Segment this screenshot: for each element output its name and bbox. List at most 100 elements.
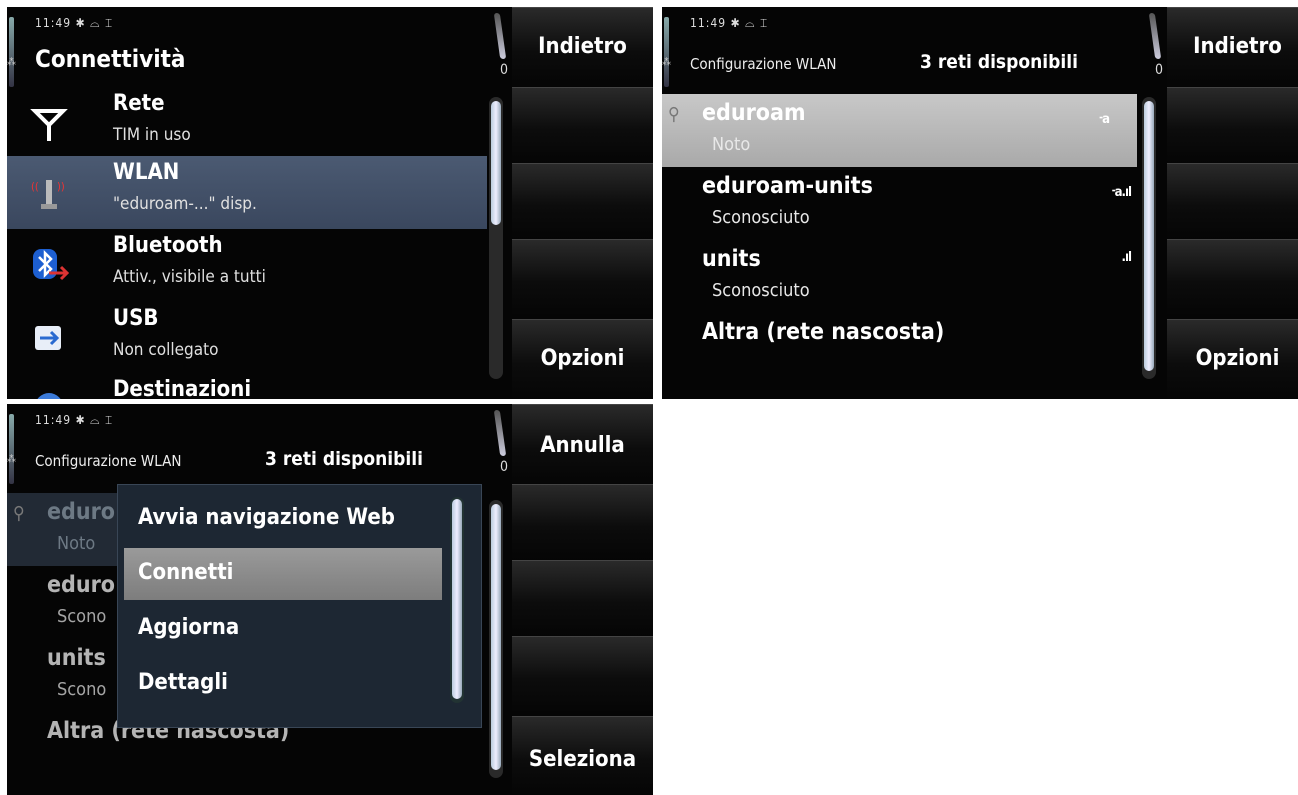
softkey-panel: Indietro Opzioni bbox=[512, 7, 653, 399]
softkey-back[interactable]: Indietro bbox=[1167, 7, 1298, 88]
menu-item-details[interactable]: Dettagli bbox=[124, 658, 442, 710]
softkey-options[interactable]: Opzioni bbox=[1167, 319, 1298, 399]
status-bar: 11:49 ✱ ⌓ ⌶ bbox=[690, 16, 768, 31]
menu-item-label: Aggiorna bbox=[138, 615, 240, 640]
network-name: units bbox=[47, 645, 106, 671]
battery-bar bbox=[1148, 13, 1162, 59]
page-title: Configurazione WLAN bbox=[35, 452, 182, 470]
network-status: Noto bbox=[712, 134, 751, 155]
signal-icon: ⁂ bbox=[7, 454, 16, 465]
scrollbar[interactable] bbox=[1142, 97, 1156, 379]
item-sublabel: TIM in uso bbox=[113, 125, 191, 145]
softkey-empty-1 bbox=[1167, 87, 1298, 164]
signal-strength-icon: ᠊a.ıl bbox=[1112, 185, 1132, 200]
item-sublabel: "eduroam-..." disp. bbox=[113, 194, 257, 214]
network-name: eduroam-units bbox=[702, 173, 873, 199]
wlan-icon: ⚲ bbox=[13, 503, 25, 524]
status-icons: ✱ ⌓ ⌶ bbox=[730, 16, 769, 30]
network-name: Altra (rete nascosta) bbox=[702, 319, 945, 345]
network-item-hidden[interactable]: Altra (rete nascosta) bbox=[662, 313, 1137, 386]
menu-item-label: Dettagli bbox=[138, 670, 228, 695]
battery-indicator: 0 bbox=[1155, 62, 1164, 78]
network-name: units bbox=[702, 246, 761, 272]
softkey-empty-3 bbox=[512, 239, 653, 316]
item-label: Rete bbox=[113, 91, 165, 116]
globe-icon bbox=[29, 387, 69, 399]
network-name: eduro bbox=[47, 572, 116, 598]
battery-indicator: 0 bbox=[500, 62, 509, 78]
network-item-eduroam-units[interactable]: eduroam-units Sconosciuto ᠊a.ıl bbox=[662, 167, 1137, 240]
item-label: Destinazioni bbox=[113, 377, 252, 399]
softkey-select[interactable]: Seleziona bbox=[512, 716, 653, 795]
header-accent bbox=[9, 17, 14, 87]
scrollbar-bg bbox=[489, 500, 503, 778]
menu-item-label: Avvia navigazione Web bbox=[138, 505, 395, 530]
network-status: Sconosciuto bbox=[712, 207, 810, 228]
options-menu: Avvia navigazione Web Connetti Aggiorna … bbox=[117, 484, 482, 728]
network-item-units[interactable]: units Sconosciuto .ıl bbox=[662, 240, 1137, 313]
network-item-bg: eduro Scono bbox=[7, 566, 127, 639]
wlan-icon: ⚲ bbox=[668, 104, 680, 125]
softkey-empty-3 bbox=[1167, 239, 1298, 316]
antenna-icon bbox=[29, 103, 69, 143]
item-sublabel: Non collegato bbox=[113, 340, 219, 360]
scrollbar[interactable] bbox=[489, 97, 503, 379]
item-label: USB bbox=[113, 306, 159, 331]
battery-bar bbox=[493, 13, 507, 59]
menu-item-refresh[interactable]: Aggiorna bbox=[124, 603, 442, 655]
softkey-options[interactable]: Opzioni bbox=[512, 319, 653, 399]
clock: 11:49 bbox=[690, 16, 727, 30]
network-item-bg: units Scono bbox=[7, 639, 127, 712]
network-status: Noto bbox=[57, 533, 96, 554]
usb-icon bbox=[29, 318, 69, 358]
page-title: Connettività bbox=[35, 45, 186, 73]
wlan-options-screen: 11:49 ✱ ⌓ ⌶ ⁂ Configurazione WLAN 3 reti… bbox=[7, 404, 653, 795]
softkey-cancel-label: Annulla bbox=[540, 433, 625, 458]
secure-icon: ᠊a bbox=[1099, 112, 1110, 127]
softkey-empty-1 bbox=[512, 484, 653, 561]
signal-strength-icon: .ıl bbox=[1121, 250, 1133, 265]
softkey-options-label: Opzioni bbox=[1195, 346, 1280, 371]
scroll-thumb[interactable] bbox=[1144, 101, 1154, 371]
status-bar: 11:49 ✱ ⌓ ⌶ bbox=[35, 16, 113, 31]
signal-icon: ⁂ bbox=[662, 57, 671, 68]
softkey-empty-2 bbox=[512, 163, 653, 240]
list-item-bluetooth[interactable]: Bluetooth Attiv., visibile a tutti bbox=[7, 229, 487, 302]
network-name: eduro bbox=[47, 499, 116, 525]
network-count: 3 reti disponibili bbox=[920, 51, 1078, 73]
softkey-select-label: Seleziona bbox=[528, 747, 637, 772]
svg-text:)): )) bbox=[57, 180, 65, 193]
page-title: Configurazione WLAN bbox=[690, 55, 837, 73]
wlan-config-screen: 11:49 ✱ ⌓ ⌶ ⁂ Configurazione WLAN 3 reti… bbox=[662, 7, 1298, 399]
softkey-empty-2 bbox=[512, 560, 653, 637]
menu-item-label: Connetti bbox=[138, 560, 234, 585]
network-item-bg: ⚲ eduro Noto bbox=[7, 493, 127, 566]
menu-scrollbar[interactable] bbox=[450, 497, 464, 703]
network-name: eduroam bbox=[702, 100, 806, 126]
softkey-back[interactable]: Indietro bbox=[512, 7, 653, 88]
softkey-options-label: Opzioni bbox=[540, 346, 625, 371]
menu-item-connect[interactable]: Connetti bbox=[124, 548, 442, 600]
softkey-empty-2 bbox=[1167, 163, 1298, 240]
network-item-eduroam[interactable]: ⚲ eduroam Noto ᠊a bbox=[662, 94, 1137, 167]
item-label: Bluetooth bbox=[113, 233, 223, 258]
clock: 11:49 bbox=[35, 16, 72, 30]
status-icons: ✱ ⌓ ⌶ bbox=[75, 413, 114, 427]
list-item-destinazioni[interactable]: Destinazioni bbox=[7, 373, 487, 399]
softkey-empty-1 bbox=[512, 87, 653, 164]
status-bar: 11:49 ✱ ⌓ ⌶ bbox=[35, 413, 113, 428]
softkey-panel: Indietro Opzioni bbox=[1167, 7, 1298, 399]
softkey-back-label: Indietro bbox=[1193, 34, 1282, 59]
list-item-rete[interactable]: Rete TIM in uso bbox=[7, 87, 487, 160]
softkey-cancel[interactable]: Annulla bbox=[512, 404, 653, 485]
softkey-back-label: Indietro bbox=[538, 34, 627, 59]
softkey-empty-3 bbox=[512, 636, 653, 713]
header-accent bbox=[664, 17, 669, 87]
menu-item-web[interactable]: Avvia navigazione Web bbox=[124, 493, 442, 545]
list-item-wlan[interactable]: (()) WLAN "eduroam-..." disp. bbox=[7, 156, 487, 229]
list-item-usb[interactable]: USB Non collegato bbox=[7, 302, 487, 375]
status-icons: ✱ ⌓ ⌶ bbox=[75, 16, 114, 30]
bluetooth-icon bbox=[29, 245, 70, 285]
scroll-thumb[interactable] bbox=[491, 101, 501, 225]
menu-scroll-thumb[interactable] bbox=[452, 499, 462, 699]
